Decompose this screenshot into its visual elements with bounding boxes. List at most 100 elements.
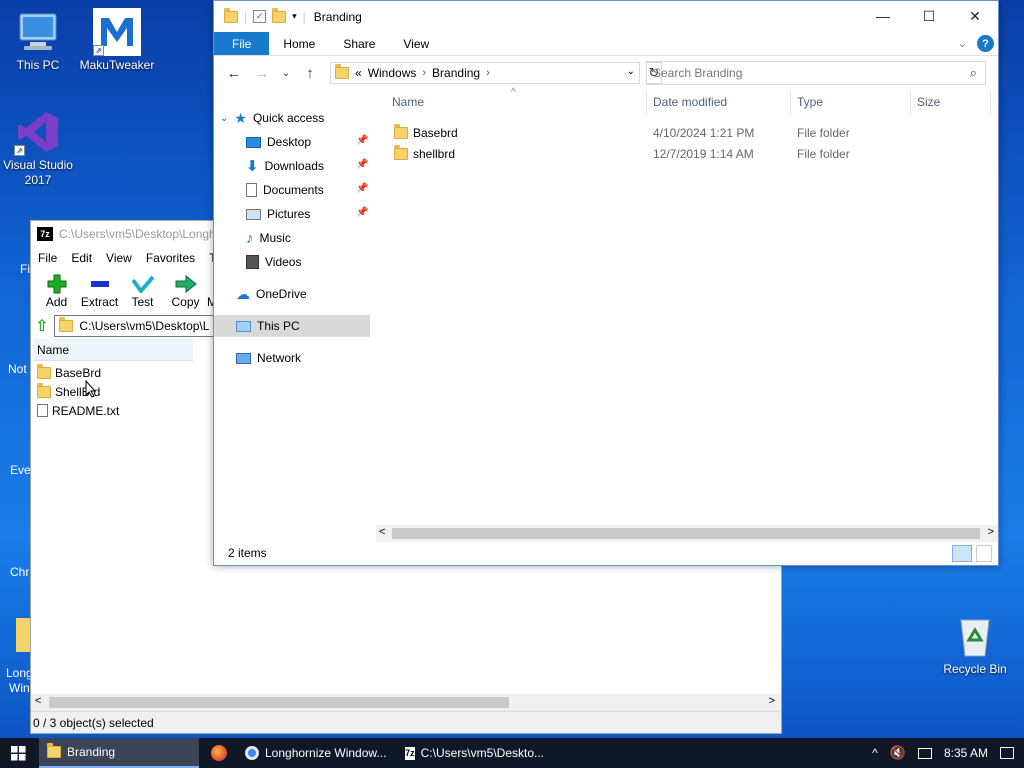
scroll-left-icon[interactable]: < [379,526,385,538]
desktop-icon [246,136,261,148]
up-folder-icon[interactable]: ⇧ [35,316,48,336]
table-row[interactable]: shellbrd 12/7/2019 1:14 AM File folder [392,144,952,164]
nav-this-pc[interactable]: This PC [214,315,370,337]
help-icon[interactable]: ? [977,35,994,52]
chrome-icon [245,746,259,760]
breadcrumb-branding[interactable]: Branding [432,66,480,80]
scroll-left-icon[interactable]: < [35,695,41,707]
customize-qat-icon[interactable]: ▾ [292,11,297,22]
address-dropdown-icon[interactable]: ⌄ [627,66,635,77]
music-icon: ♪ [246,229,254,247]
explorer-title-bar[interactable]: | ✓ ▾ | Branding — ☐ ✕ [214,1,998,32]
chevron-up-icon[interactable]: ^ [872,746,878,760]
nav-music[interactable]: ♪ Music [246,227,291,249]
nav-onedrive[interactable]: ☁ OneDrive [236,283,307,305]
scroll-right-icon[interactable]: > [988,526,994,538]
navigation-pane: ⌄ ★ Quick access Desktop 📌 ⬇ Downloads 📌… [214,91,374,521]
column-header-size[interactable]: Size [917,95,940,109]
column-header-date[interactable]: Date modified [653,95,727,109]
taskbar-item-chrome[interactable]: Longhornize Window... [237,738,397,768]
chevron-down-icon[interactable]: ⌄ [220,113,228,124]
table-row[interactable]: Basebrd 4/10/2024 1:21 PM File folder [392,123,952,143]
tab-share[interactable]: Share [329,32,389,55]
desktop-icon-this-pc[interactable]: This PC [0,8,76,73]
minus-icon [78,273,121,295]
recycle-bin-icon [951,612,999,660]
search-icon: ⌕ [969,65,977,80]
forward-button[interactable]: → [250,65,274,82]
tab-view[interactable]: View [389,32,443,55]
details-view-icon[interactable] [952,545,972,562]
pin-icon[interactable]: 📌 [356,183,368,194]
new-folder-icon[interactable] [272,7,287,23]
nav-documents[interactable]: Documents [246,179,324,201]
tab-home[interactable]: Home [269,32,329,55]
test-button[interactable]: Test [121,269,164,309]
pin-icon[interactable]: 📌 [356,207,368,218]
address-bar[interactable]: « Windows › Branding › ⌄ [330,62,640,84]
menu-view[interactable]: View [99,251,139,265]
nav-quick-access[interactable]: ⌄ ★ Quick access [220,107,324,129]
menu-edit[interactable]: Edit [64,251,99,265]
chevron-right-icon[interactable]: › [486,67,490,79]
extract-button[interactable]: Extract [78,269,121,309]
menu-favorites[interactable]: Favorites [139,251,202,265]
nav-videos[interactable]: Videos [246,251,301,273]
expand-ribbon-icon[interactable]: ⌄ [958,37,967,50]
nav-pictures[interactable]: Pictures [246,203,310,225]
folder-icon [37,363,51,379]
scroll-right-icon[interactable]: > [769,695,775,707]
volume-muted-icon[interactable]: 🔇 [890,745,906,761]
search-input[interactable]: Search Branding ⌕ [646,61,986,85]
folder-icon [394,145,408,160]
tab-file[interactable]: File [214,32,270,55]
clock[interactable]: 8:35 AM [944,746,988,760]
nav-desktop[interactable]: Desktop [246,131,311,153]
windows-logo-icon [10,745,26,761]
breadcrumb-windows[interactable]: Windows [368,66,417,80]
scrollbar-thumb[interactable] [49,697,509,708]
nav-downloads[interactable]: ⬇ Downloads [246,155,324,177]
taskbar-item-firefox[interactable] [201,738,237,768]
selection-status: 0 / 3 object(s) selected [33,715,154,730]
taskbar-item-explorer[interactable]: Branding [39,738,199,768]
taskbar-item-7zip[interactable]: 7z C:\Users\vm5\Deskto... [397,738,552,768]
notification-icon[interactable] [1000,747,1014,759]
desktop-icon-visual-studio[interactable]: ↗ Visual Studio 2017 [0,108,76,188]
large-icons-view-icon[interactable] [976,545,992,562]
pin-icon[interactable]: 📌 [356,159,368,170]
copy-button[interactable]: Copy [164,269,207,309]
column-header-type[interactable]: Type [797,95,823,109]
network-icon[interactable] [917,747,932,759]
desktop-icon-makutweaker[interactable]: ↗ MakuTweaker [79,8,155,73]
breadcrumb-overflow[interactable]: « [355,66,362,80]
chevron-right-icon[interactable]: › [422,67,426,79]
7zip-column-name[interactable]: Name [33,339,193,361]
ribbon-tabs: File Home Share View ⌄ ? [214,32,998,56]
start-button[interactable] [0,738,36,768]
desktop-icon-label: This PC [16,58,60,72]
pin-icon[interactable]: 📌 [356,135,368,146]
up-button[interactable]: ↑ [298,65,322,82]
minimize-button[interactable]: — [860,1,906,31]
explorer-window[interactable]: | ✓ ▾ | Branding — ☐ ✕ File Home Share V… [213,0,999,566]
window-title: Branding [313,9,362,24]
column-header-name[interactable]: Name [392,95,424,109]
shortcut-arrow-icon: ↗ [14,145,25,156]
desktop-icon-label: Visual Studio 2017 [3,158,73,187]
7zip-horizontal-scrollbar[interactable]: < > [31,694,781,711]
maximize-button[interactable]: ☐ [906,1,952,31]
close-button[interactable]: ✕ [952,1,998,31]
folder-icon [224,7,238,23]
properties-icon[interactable]: ✓ [253,10,267,23]
add-button[interactable]: Add [35,269,78,309]
desktop-icon-recycle-bin[interactable]: Recycle Bin [937,612,1013,677]
explorer-horizontal-scrollbar[interactable]: < > [376,525,998,542]
plus-icon [35,273,78,295]
back-button[interactable]: ← [222,65,246,82]
menu-file[interactable]: File [31,251,64,265]
folder-icon [16,618,30,652]
nav-network[interactable]: Network [236,347,301,369]
scrollbar-thumb[interactable] [392,528,980,539]
recent-locations-button[interactable]: ⌄ [278,68,294,79]
